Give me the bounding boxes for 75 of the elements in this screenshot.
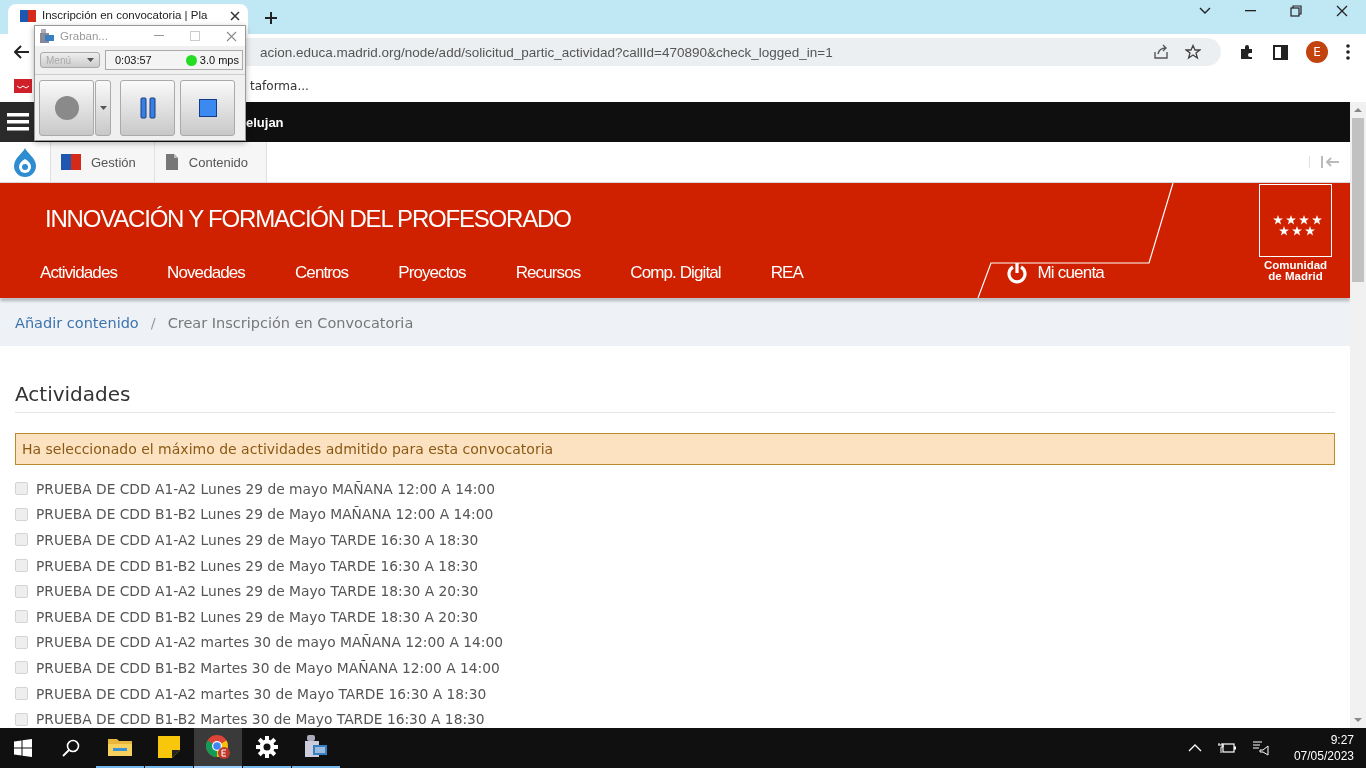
activity-label: PRUEBA DE CDD A1-A2 martes 30 de Mayo TARDE 16:30 A 18:30 — [36, 685, 487, 702]
activity-label: PRUEBA DE CDD B1-B2 Martes 30 de Mayo TARDE 16:30 A 18:30 — [36, 711, 485, 728]
battery-plug-icon[interactable] — [1217, 742, 1236, 754]
toolbar-item[interactable]: Gestión — [51, 142, 155, 182]
stop-button[interactable] — [180, 80, 235, 136]
menu-icon[interactable] — [0, 102, 36, 142]
site-title[interactable]: INNOVACIÓN Y FORMACIÓN DEL PROFESORADO — [0, 183, 1259, 237]
section-title: Actividades — [15, 382, 1335, 413]
share-icon[interactable] — [1153, 44, 1169, 60]
activity-label: PRUEBA DE CDD B1-B2 Lunes 29 de Mayo TARDE 16:30 A 18:30 — [36, 557, 479, 574]
activity-label: PRUEBA DE CDD B1-B2 Lunes 29 de Mayo MAÑANA 12:00 A 14:00 — [36, 506, 494, 523]
power-icon — [1006, 262, 1029, 284]
close-icon[interactable] — [1336, 5, 1348, 17]
bookmark-link[interactable]: taforma... — [250, 79, 309, 93]
puzzle-icon[interactable] — [1239, 44, 1255, 60]
toolbar-item[interactable]: Contenido — [154, 142, 268, 182]
bookmark-icon[interactable] — [14, 79, 32, 93]
record-icon — [53, 95, 80, 121]
tab-title: Inscripción en convocatoria | Pla — [42, 8, 209, 22]
clock-time: 9:27 — [1330, 732, 1354, 748]
star-icon[interactable] — [1185, 44, 1201, 60]
nav-link[interactable]: Proyectos — [398, 263, 466, 283]
url-text: acion.educa.madrid.org/node/add/solicitud_partic_actividad?callId=470890&check_logged_in=1 — [260, 44, 834, 60]
activity-label: PRUEBA DE CDD A1-A2 Lunes 29 de mayo MAÑANA 12:00 A 14:00 — [36, 480, 495, 497]
minimize-icon[interactable] — [1245, 10, 1256, 12]
caret-icon — [99, 106, 107, 110]
warning-message: Ha seleccionado el máximo de actividades admitido para esta convocatoria — [15, 433, 1335, 465]
stop-icon — [198, 99, 217, 117]
toolbar-label: Gestión — [91, 154, 136, 170]
new-tab-icon[interactable] — [264, 11, 278, 25]
clock[interactable]: 9:27 07/05/2023 — [1285, 728, 1366, 768]
profile-avatar[interactable]: E — [1306, 41, 1328, 63]
stars-logo-icon[interactable] — [1259, 184, 1332, 257]
caret-icon — [87, 58, 94, 62]
activity-label: PRUEBA DE CDD A1-A2 Lunes 29 de Mayo TARDE 16:30 A 18:30 — [36, 532, 479, 548]
back-arrow-icon[interactable] — [14, 45, 30, 59]
chevron-up-icon[interactable] — [1187, 744, 1202, 752]
nav-link[interactable]: REA — [770, 263, 803, 283]
activity-label: PRUEBA DE CDD A1-A2 Lunes 29 de Mayo TARDE 18:30 A 20:30 — [36, 583, 479, 600]
toolbar-label: Contenido — [188, 154, 249, 170]
search-icon[interactable] — [62, 739, 80, 757]
close-icon[interactable] — [230, 11, 240, 21]
menu-icon[interactable] — [1346, 44, 1350, 60]
user-name[interactable]: elujan — [246, 114, 284, 130]
pause-icon — [139, 97, 156, 119]
scrollbar[interactable] — [1350, 102, 1366, 728]
activity-label: PRUEBA DE CDD B1-B2 Martes 30 de Mayo MAÑANA 12:00 A 14:00 — [36, 659, 500, 676]
elapsed-time: 0:03:57 — [115, 54, 153, 66]
logo-text: Comunidad de Madrid — [1263, 260, 1328, 282]
breadcrumb-separator: / — [150, 314, 156, 331]
chrome-app-icon[interactable] — [194, 728, 242, 768]
logo-icon — [61, 153, 81, 171]
pause-button[interactable] — [120, 80, 175, 136]
camera-icon — [40, 29, 54, 43]
account-link[interactable]: Mi cuenta — [1006, 262, 1104, 284]
frame-rate: 3.0 mps — [199, 54, 239, 66]
restore-icon[interactable] — [1290, 5, 1302, 17]
windows-start-icon[interactable] — [14, 739, 32, 757]
sidebar-icon[interactable] — [1273, 44, 1288, 60]
scrollbar-thumb[interactable] — [1352, 118, 1364, 282]
notification-icon[interactable] — [1251, 740, 1270, 756]
nav-link[interactable]: Centros — [294, 263, 349, 283]
clock-date: 07/05/2023 — [1293, 748, 1354, 764]
activity-label: PRUEBA DE CDD A1-A2 martes 30 de mayo MAÑANA 12:00 A 14:00 — [36, 634, 503, 651]
activity-label: PRUEBA DE CDD B1-B2 Lunes 29 de Mayo TARDE 18:30 A 20:30 — [36, 608, 479, 625]
account-label: Mi cuenta — [1037, 263, 1104, 283]
document-icon — [164, 154, 179, 170]
breadcrumb-link[interactable]: Añadir contenido — [15, 314, 139, 331]
nav-link[interactable]: Comp. Digital — [630, 263, 721, 283]
chevron-down-icon[interactable] — [1199, 7, 1211, 15]
logo-icon — [20, 8, 36, 24]
nav-link[interactable]: Novedades — [167, 263, 245, 283]
nav-link[interactable]: Actividades — [40, 263, 118, 283]
breadcrumb-current: Crear Inscripción en Convocatoria — [167, 314, 414, 331]
nav-link[interactable]: Recursos — [515, 263, 581, 283]
